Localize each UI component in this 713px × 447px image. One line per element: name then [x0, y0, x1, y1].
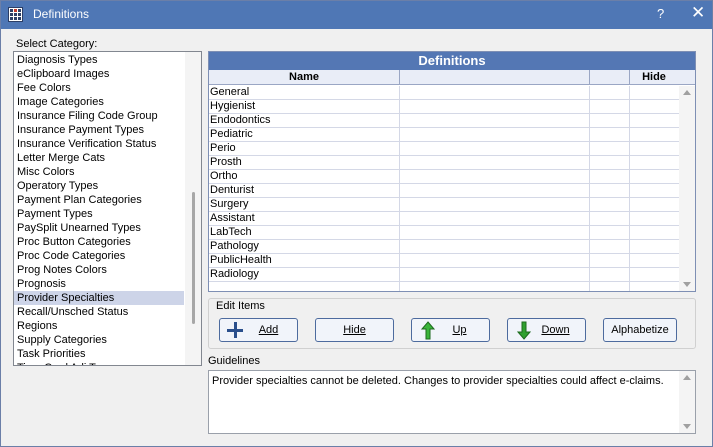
add-button-label: Add	[258, 324, 279, 336]
table-row[interactable]: Assistant	[209, 212, 679, 226]
guidelines-textbox[interactable]: Provider specialties cannot be deleted. …	[208, 370, 696, 434]
app-icon	[8, 7, 23, 22]
category-list-item[interactable]: Payment Types	[14, 207, 184, 221]
up-button-label: Up	[452, 324, 467, 336]
row-name-cell: General	[210, 86, 250, 98]
category-list-item[interactable]: Misc Colors	[14, 165, 184, 179]
category-list-item[interactable]: Fee Colors	[14, 81, 184, 95]
header-divider	[399, 70, 400, 85]
category-list-item[interactable]: Prog Notes Colors	[14, 263, 184, 277]
hide-button[interactable]: Hide	[315, 318, 394, 342]
category-list-item[interactable]: Time Card Adj Types	[14, 361, 184, 365]
table-row[interactable]: Denturist	[209, 184, 679, 198]
category-list-item[interactable]: Operatory Types	[14, 179, 184, 193]
column-divider	[589, 86, 590, 291]
row-name-cell: Hygienist	[210, 100, 256, 112]
select-category-label: Select Category:	[16, 38, 98, 50]
table-row[interactable]: Perio	[209, 142, 679, 156]
row-name-cell: Endodontics	[210, 114, 271, 126]
category-list-item[interactable]: Provider Specialties	[14, 291, 184, 305]
category-list-item[interactable]: Payment Plan Categories	[14, 193, 184, 207]
title-bar[interactable]: Definitions ? ✕	[1, 1, 712, 29]
category-list-item[interactable]: Insurance Filing Code Group	[14, 109, 184, 123]
row-name-cell: Denturist	[210, 184, 255, 196]
table-row[interactable]: Endodontics	[209, 114, 679, 128]
grid-scrollbar[interactable]	[679, 86, 695, 291]
header-divider	[589, 70, 590, 85]
category-list-item[interactable]: Image Categories	[14, 95, 184, 109]
table-row[interactable]: Prosth	[209, 156, 679, 170]
hide-button-label: Hide	[343, 324, 366, 336]
grid-header: Name Hide	[209, 70, 695, 85]
category-list-item[interactable]: Insurance Payment Types	[14, 123, 184, 137]
category-list-item[interactable]: PaySplit Unearned Types	[14, 221, 184, 235]
add-button[interactable]: Add	[219, 318, 298, 342]
guidelines-text: Provider specialties cannot be deleted. …	[212, 375, 664, 387]
category-scroll-thumb[interactable]	[192, 192, 195, 324]
row-name-cell: Perio	[210, 142, 236, 154]
down-button[interactable]: Down	[507, 318, 586, 342]
scroll-up-arrow-icon[interactable]	[683, 90, 691, 95]
table-row[interactable]: Surgery	[209, 198, 679, 212]
edit-items-label: Edit Items	[215, 300, 266, 312]
alphabetize-button[interactable]: Alphabetize	[603, 318, 677, 342]
category-list-item[interactable]: Proc Code Categories	[14, 249, 184, 263]
table-row[interactable]: PublicHealth	[209, 254, 679, 268]
row-name-cell: Surgery	[210, 198, 249, 210]
row-name-cell: Pediatric	[210, 128, 253, 140]
scroll-down-arrow-icon[interactable]	[683, 424, 691, 429]
row-name-cell: PublicHealth	[210, 254, 272, 266]
close-button[interactable]: ✕	[691, 4, 705, 21]
table-row[interactable]: Ortho	[209, 170, 679, 184]
category-list-item[interactable]: Diagnosis Types	[14, 53, 184, 67]
category-list-item[interactable]: Prognosis	[14, 277, 184, 291]
alphabetize-button-label: Alphabetize	[611, 324, 669, 336]
category-list[interactable]: Diagnosis Types eClipboard Images Fee Colo…	[13, 51, 202, 366]
scroll-down-arrow-icon[interactable]	[683, 282, 691, 287]
category-list-item[interactable]: Insurance Verification Status	[14, 137, 184, 151]
row-name-cell: Radiology	[210, 268, 259, 280]
definitions-grid[interactable]: Definitions Name Hide General Hygienist En…	[208, 51, 696, 292]
category-scrollbar[interactable]	[185, 52, 201, 365]
table-row[interactable]: Radiology	[209, 268, 679, 282]
table-row[interactable]: LabTech	[209, 226, 679, 240]
help-button[interactable]: ?	[657, 6, 664, 21]
column-header-hide[interactable]: Hide	[629, 70, 679, 84]
window-title: Definitions	[33, 7, 90, 21]
down-button-label: Down	[541, 324, 570, 336]
table-row[interactable]: General	[209, 86, 679, 100]
column-divider	[399, 86, 400, 291]
row-name-cell: Assistant	[210, 212, 255, 224]
column-divider	[629, 86, 630, 291]
scroll-up-arrow-icon[interactable]	[683, 375, 691, 380]
guidelines-label: Guidelines	[208, 355, 260, 367]
row-name-cell: Prosth	[210, 156, 242, 168]
category-list-item[interactable]: Supply Categories	[14, 333, 184, 347]
table-row[interactable]: Hygienist	[209, 100, 679, 114]
guidelines-scrollbar[interactable]	[679, 371, 695, 433]
category-list-item[interactable]: eClipboard Images	[14, 67, 184, 81]
table-row[interactable]: Pediatric	[209, 128, 679, 142]
category-list-item[interactable]: Recall/Unsched Status	[14, 305, 184, 319]
category-list-item[interactable]: Task Priorities	[14, 347, 184, 361]
row-name-cell: LabTech	[210, 226, 252, 238]
up-button[interactable]: Up	[411, 318, 490, 342]
grid-title: Definitions	[209, 52, 695, 70]
category-items: Diagnosis Types eClipboard Images Fee Colo…	[14, 53, 184, 365]
definitions-window: Definitions ? ✕ Select Category: Diagnos…	[0, 0, 713, 447]
category-list-item[interactable]: Proc Button Categories	[14, 235, 184, 249]
grid-body: General Hygienist Endodontics Pediatric Peri…	[209, 86, 679, 291]
row-name-cell: Ortho	[210, 170, 238, 182]
category-list-item[interactable]: Letter Merge Cats	[14, 151, 184, 165]
table-row[interactable]: Pathology	[209, 240, 679, 254]
category-list-item[interactable]: Regions	[14, 319, 184, 333]
column-header-name[interactable]: Name	[209, 70, 399, 84]
row-name-cell: Pathology	[210, 240, 259, 252]
